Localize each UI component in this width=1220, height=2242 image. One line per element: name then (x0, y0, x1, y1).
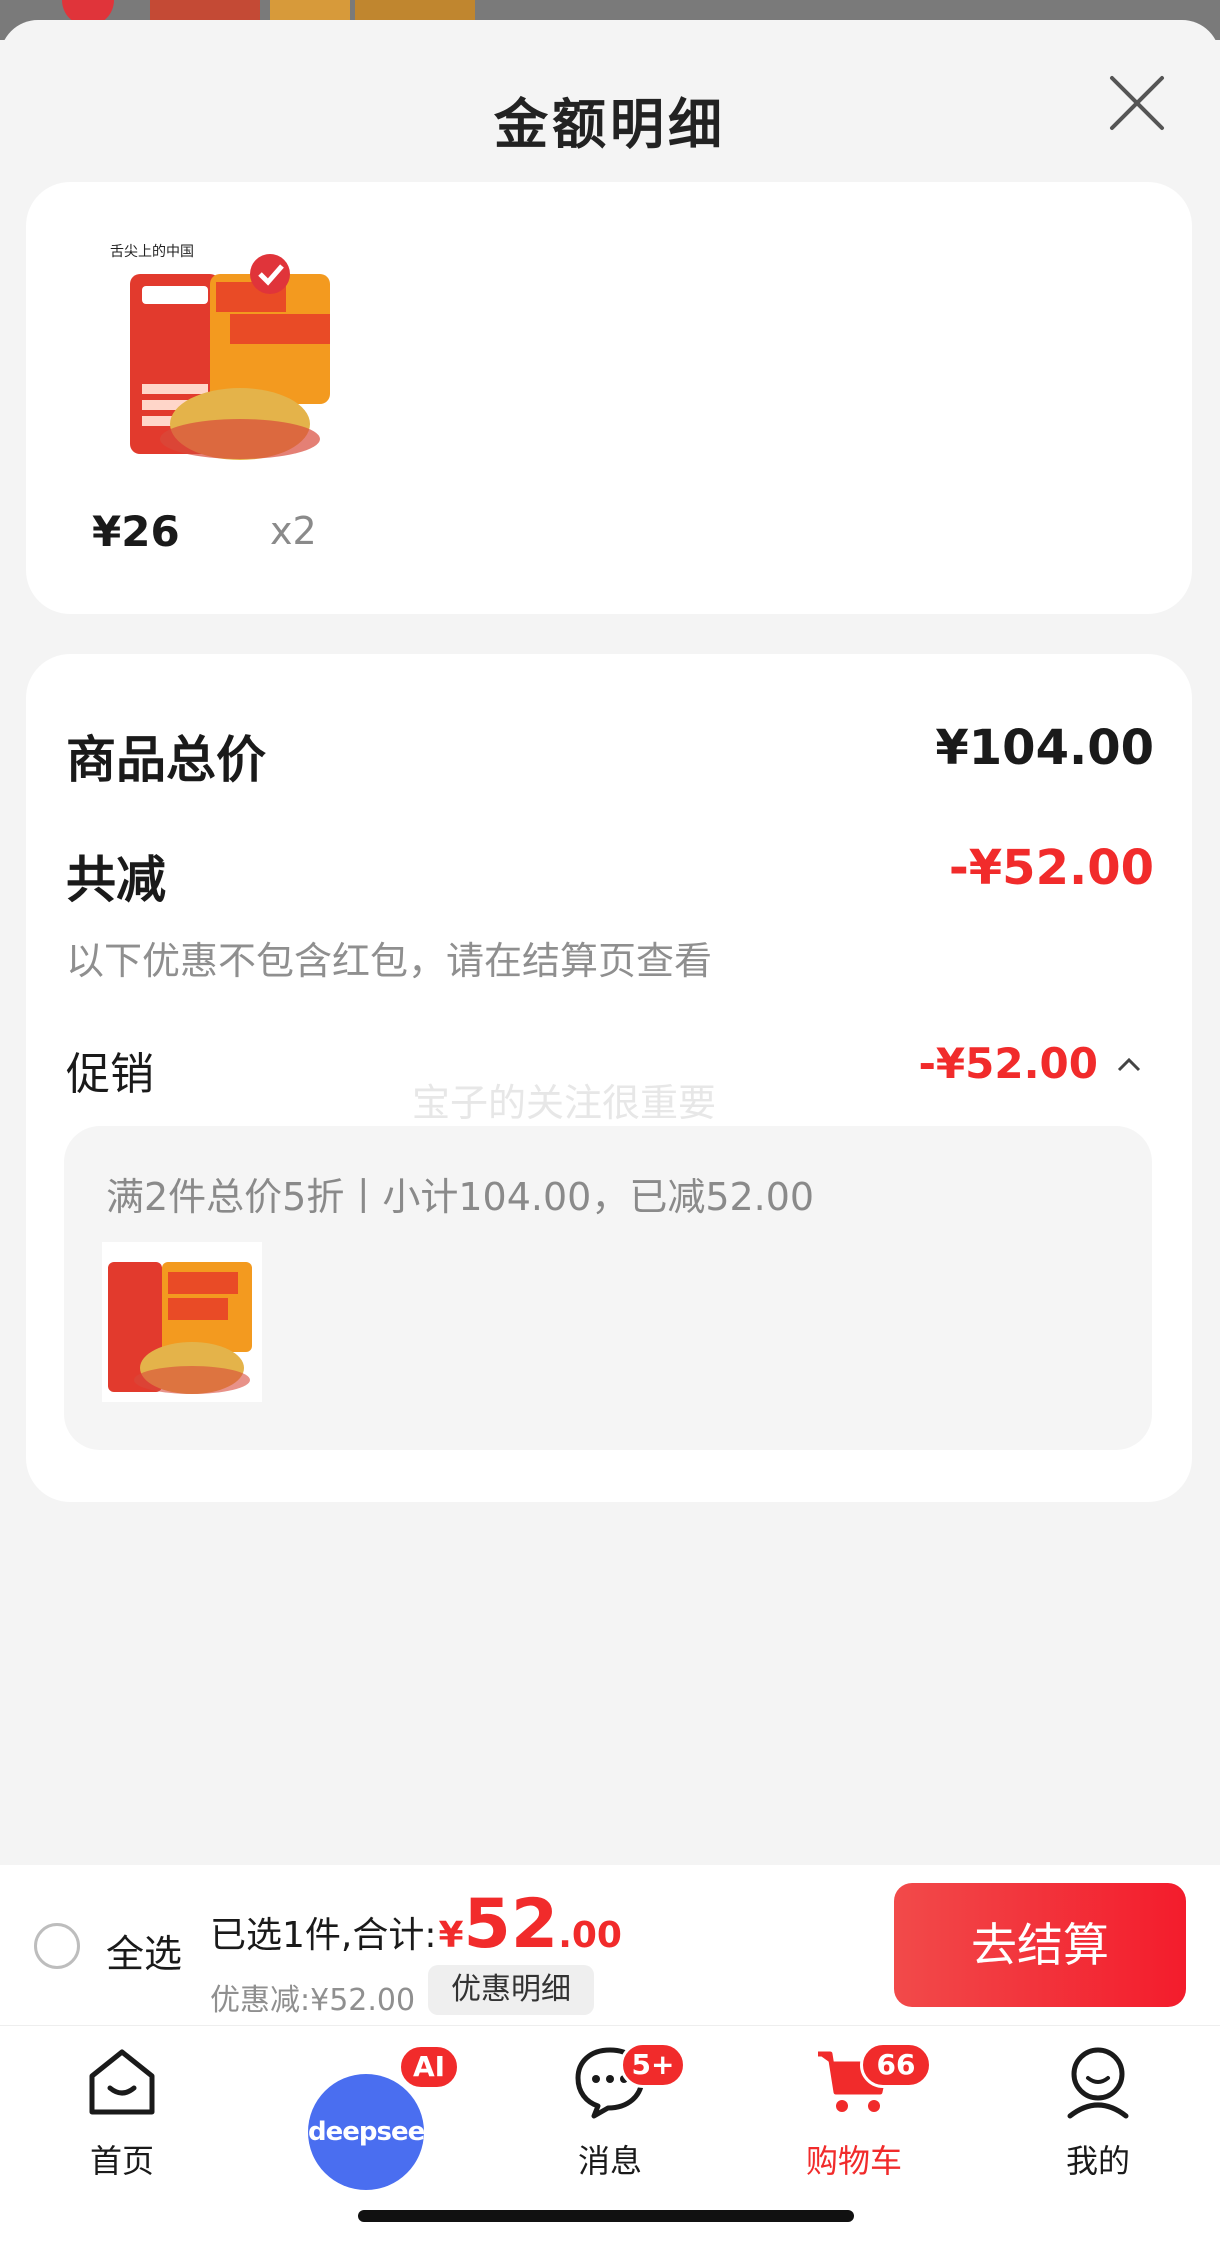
product-image (355, 0, 475, 22)
screen: 金额明细 舌尖上的中国 ¥26 x2 商品总价 ¥104.00 共减 -¥52.… (0, 0, 1220, 2242)
product-image (270, 0, 350, 22)
messages-badge: 5+ (620, 2042, 686, 2088)
tab-messages-label: 消息 (577, 2142, 642, 2180)
discount-detail-button[interactable]: 优惠明细 (428, 1965, 594, 2015)
tab-cart-label: 购物车 (805, 2142, 902, 2180)
promotion-toggle[interactable]: -¥52.00 (918, 1039, 1142, 1088)
discount-label: 共减 (66, 851, 166, 909)
cart-badge: 66 (860, 2042, 932, 2088)
promotion-label: 促销 (66, 1049, 154, 1100)
watermark-text: 宝子的关注很重要 (412, 1081, 717, 1125)
promotion-rule-text: 满2件总价5折丨小计104.00，已减52.00 (106, 1175, 815, 1219)
home-indicator[interactable] (358, 2210, 854, 2222)
total-amount-integer: 52 (463, 1885, 559, 1964)
select-all-radio[interactable] (34, 1923, 80, 1969)
deepseek-icon: deepseek (308, 2074, 442, 2190)
home-icon (89, 2049, 155, 2115)
tab-profile[interactable]: 我的 (998, 2044, 1198, 2184)
tab-home[interactable]: 首页 (22, 2044, 222, 2184)
total-price-value: ¥104.00 (935, 720, 1154, 776)
promotion-value: -¥52.00 (918, 1039, 1098, 1088)
product-card: 舌尖上的中国 ¥26 x2 (26, 182, 1192, 614)
selected-summary-text: 已选1件,合计: (210, 1915, 437, 1956)
discount-note: 以下优惠不包含红包，请在结算页查看 (66, 939, 713, 983)
tab-home-label: 首页 (89, 2142, 154, 2180)
product-quantity: x2 (270, 509, 317, 553)
discount-value: -¥52.00 (948, 840, 1154, 896)
total-amount-decimal: .00 (558, 1915, 622, 1956)
product-thumbnail[interactable]: 舌尖上的中国 (90, 234, 360, 474)
promotion-product-thumbnail[interactable] (102, 1242, 262, 1402)
product-price: ¥26 (92, 507, 180, 556)
tab-messages[interactable]: 5+ 消息 (510, 2042, 710, 2184)
ai-badge: AI (398, 2044, 460, 2090)
chevron-up-icon (1117, 1057, 1141, 1071)
saved-amount: 优惠减:¥52.00 (210, 1983, 416, 2018)
tab-profile-label: 我的 (1065, 2142, 1130, 2180)
tab-deepseek[interactable]: deepseek AI (266, 2044, 466, 2190)
svg-text:舌尖上的中国: 舌尖上的中国 (110, 244, 194, 260)
amount-detail-sheet: 金额明细 舌尖上的中国 ¥26 x2 商品总价 ¥104.00 共减 -¥52.… (0, 20, 1220, 1865)
price-detail-card: 商品总价 ¥104.00 共减 -¥52.00 以下优惠不包含红包，请在结算页查… (26, 654, 1192, 1502)
profile-icon (1067, 2047, 1129, 2119)
product-image (150, 0, 260, 22)
selected-summary: 已选1件,合计: ¥ 52 .00 (210, 1885, 622, 1964)
tab-cart[interactable]: 66 购物车 (754, 2042, 954, 2184)
currency-symbol: ¥ (438, 1915, 464, 1956)
close-icon[interactable] (1106, 72, 1168, 134)
sheet-title: 金额明细 (494, 93, 726, 156)
checkout-button[interactable]: 去结算 (894, 1883, 1186, 2007)
checkout-bar: 全选 已选1件,合计: ¥ 52 .00 优惠减:¥52.00 优惠明细 去结算 (0, 1865, 1220, 2025)
promotion-detail-box: 满2件总价5折丨小计104.00，已减52.00 (64, 1126, 1152, 1450)
total-price-label: 商品总价 (66, 731, 266, 789)
select-all-label[interactable]: 全选 (106, 1923, 182, 1978)
